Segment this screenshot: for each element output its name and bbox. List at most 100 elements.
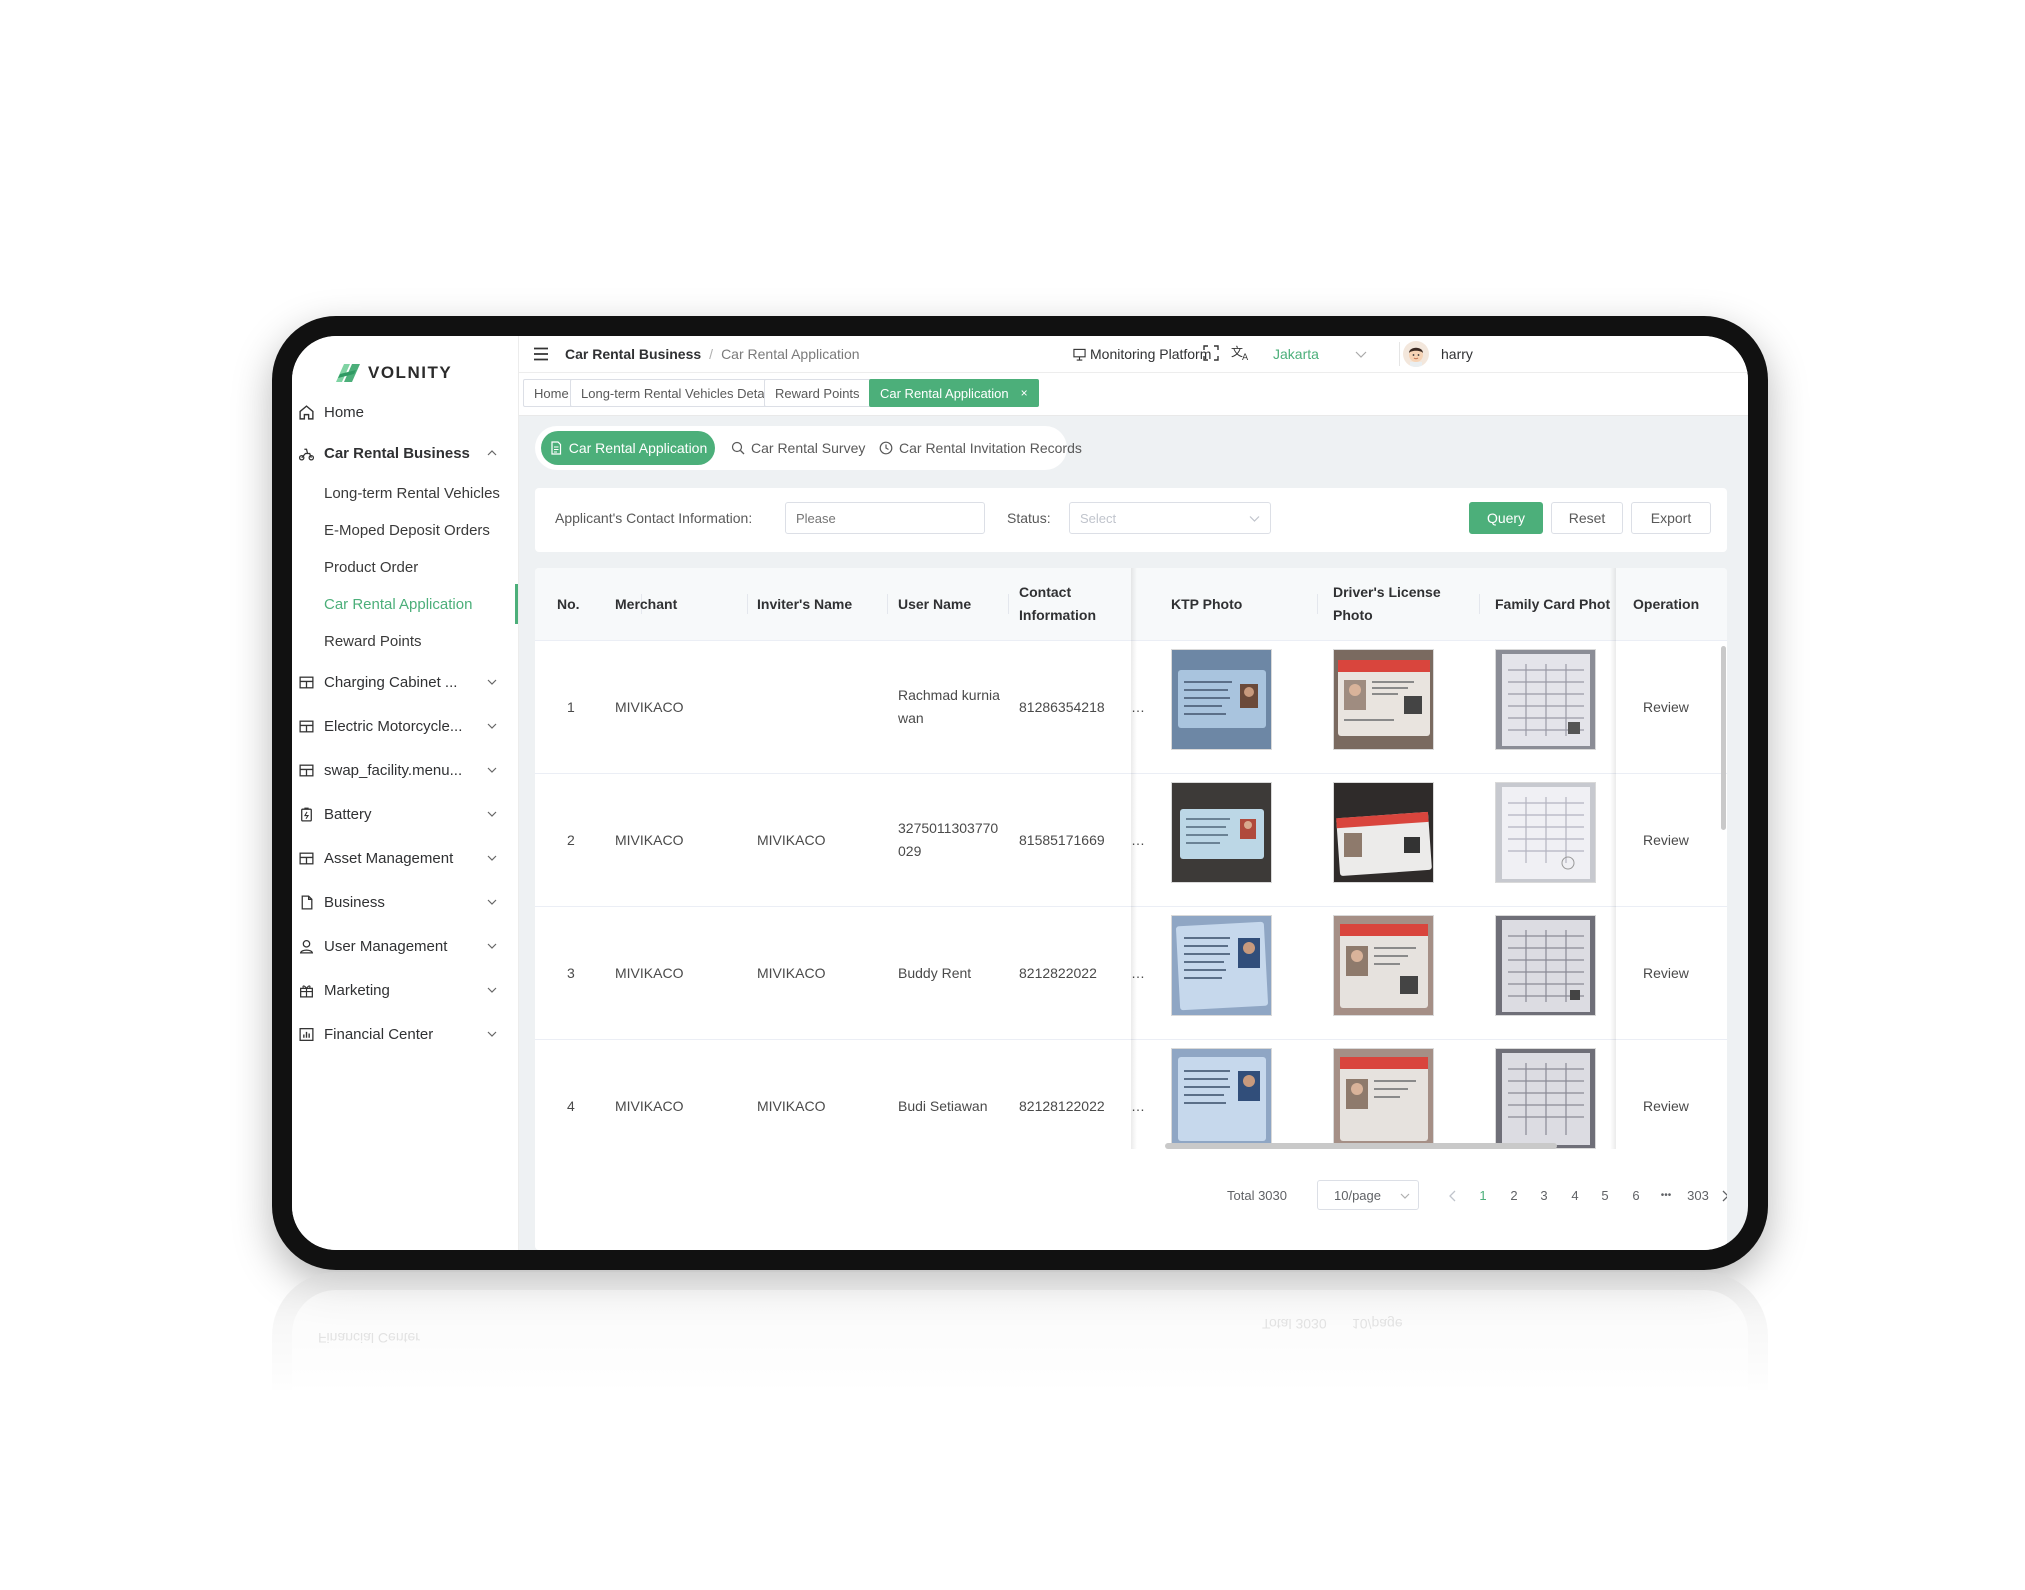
ktp-photo[interactable] bbox=[1171, 782, 1272, 883]
license-card-image bbox=[1334, 783, 1433, 882]
chevron-right-icon[interactable] bbox=[1720, 1190, 1727, 1202]
sidebar: VOLNITY Home Car Rental Business Long-te… bbox=[292, 336, 519, 1250]
cell-merchant: MIVIKACO bbox=[615, 831, 684, 848]
city-selector[interactable]: Jakarta bbox=[1273, 346, 1319, 362]
chevron-down-icon[interactable] bbox=[1355, 349, 1367, 359]
fixed-column-shadow bbox=[1610, 568, 1616, 1149]
sidebar-item-label: swap_facility.menu... bbox=[324, 761, 463, 779]
chevron-left-icon[interactable] bbox=[1448, 1190, 1458, 1202]
ktp-card-image bbox=[1172, 650, 1271, 749]
grid-table-icon bbox=[299, 764, 314, 776]
tab-car-rental-survey[interactable]: Car Rental Survey bbox=[731, 431, 865, 465]
review-button[interactable]: Review bbox=[1643, 907, 1689, 1039]
ktp-photo[interactable] bbox=[1171, 1048, 1272, 1149]
page-number[interactable]: 3 bbox=[1534, 1188, 1554, 1203]
page-number[interactable]: 6 bbox=[1626, 1188, 1646, 1203]
sidebar-item-label: Marketing bbox=[324, 981, 390, 999]
page-number[interactable]: 5 bbox=[1595, 1188, 1615, 1203]
ktp-photo[interactable] bbox=[1171, 649, 1272, 750]
breadcrumb: Car Rental Business / Car Rental Applicati… bbox=[565, 346, 860, 362]
tab-car-rental-invitation-records[interactable]: Car Rental Invitation Records bbox=[879, 431, 1082, 465]
column-divider bbox=[1317, 594, 1318, 614]
page-number[interactable]: 2 bbox=[1504, 1188, 1524, 1203]
vertical-scrollbar[interactable] bbox=[1721, 646, 1726, 830]
page-number[interactable]: 4 bbox=[1565, 1188, 1585, 1203]
chevron-down-icon bbox=[487, 1031, 497, 1037]
family-card-photo[interactable] bbox=[1495, 649, 1596, 750]
sidebar-item-car-rental-business[interactable]: Car Rental Business bbox=[292, 433, 518, 473]
review-button[interactable]: Review bbox=[1643, 774, 1689, 906]
query-button[interactable]: Query bbox=[1469, 502, 1543, 534]
clock-icon bbox=[879, 441, 893, 455]
sidebar-item-label: Charging Cabinet ... bbox=[324, 673, 458, 691]
review-button[interactable]: Review bbox=[1643, 1040, 1689, 1149]
tag-label: Home bbox=[534, 385, 569, 401]
drivers-license-photo[interactable] bbox=[1333, 649, 1434, 750]
status-select[interactable]: Select bbox=[1069, 502, 1271, 534]
family-card-photo[interactable] bbox=[1495, 782, 1596, 883]
monitoring-platform-link[interactable]: Monitoring Platform bbox=[1073, 346, 1211, 362]
chevron-down-icon bbox=[1249, 516, 1260, 522]
column-header-ktp-photo: KTP Photo bbox=[1171, 595, 1243, 612]
battery-icon bbox=[301, 807, 312, 822]
avatar[interactable] bbox=[1403, 341, 1429, 367]
cell-inviter: MIVIKACO bbox=[757, 831, 826, 848]
drivers-license-photo[interactable] bbox=[1333, 915, 1434, 1016]
chevron-down-icon bbox=[487, 723, 497, 729]
sidebar-item-long-term-rental-vehicles[interactable]: Long-term Rental Vehicles bbox=[292, 473, 518, 513]
page-size-select[interactable]: 10/page bbox=[1317, 1180, 1419, 1210]
sidebar-item-asset-management[interactable]: Asset Management bbox=[292, 838, 518, 878]
cell-no: 2 bbox=[567, 831, 575, 848]
sidebar-item-label: User Management bbox=[324, 937, 448, 955]
export-button[interactable]: Export bbox=[1631, 502, 1711, 534]
contact-info-input[interactable] bbox=[785, 502, 985, 534]
close-icon[interactable]: × bbox=[1021, 386, 1028, 400]
grid-table-icon bbox=[299, 720, 314, 732]
review-button[interactable]: Review bbox=[1643, 641, 1689, 773]
ktp-photo[interactable] bbox=[1171, 915, 1272, 1016]
reset-button[interactable]: Reset bbox=[1551, 502, 1623, 534]
username[interactable]: harry bbox=[1441, 346, 1473, 362]
column-divider bbox=[887, 594, 888, 614]
hamburger-menu-icon[interactable] bbox=[533, 347, 549, 361]
page-number[interactable]: 303 bbox=[1685, 1188, 1711, 1203]
filter-bar: Applicant's Contact Information: Status:… bbox=[535, 488, 1727, 552]
tab-car-rental-application[interactable]: Car Rental Application bbox=[541, 431, 715, 465]
sidebar-item-product-order[interactable]: Product Order bbox=[292, 547, 518, 587]
sidebar-item-reward-points[interactable]: Reward Points bbox=[292, 621, 518, 661]
sidebar-item-e-moped-deposit-orders[interactable]: E-Moped Deposit Orders bbox=[292, 510, 518, 550]
monitoring-platform-label: Monitoring Platform bbox=[1090, 346, 1212, 362]
sidebar-item-financial-center[interactable]: Financial Center bbox=[292, 1014, 518, 1054]
breadcrumb-item[interactable]: Car Rental Business bbox=[565, 346, 701, 362]
sidebar-item-swap-facility[interactable]: swap_facility.menu... bbox=[292, 750, 518, 790]
sidebar-item-user-management[interactable]: User Management bbox=[292, 926, 518, 966]
scooter-icon bbox=[298, 448, 315, 461]
drivers-license-photo[interactable] bbox=[1333, 1048, 1434, 1149]
svg-text:A: A bbox=[1242, 353, 1249, 362]
horizontal-scrollbar[interactable] bbox=[1165, 1143, 1557, 1149]
family-card-photo[interactable] bbox=[1495, 915, 1596, 1016]
header-divider bbox=[1399, 342, 1400, 366]
drivers-license-photo[interactable] bbox=[1333, 782, 1434, 883]
sidebar-item-marketing[interactable]: Marketing bbox=[292, 970, 518, 1010]
sidebar-item-charging-cabinet[interactable]: Charging Cabinet ... bbox=[292, 662, 518, 702]
chevron-up-icon bbox=[487, 450, 497, 456]
sidebar-item-electric-motorcycle[interactable]: Electric Motorcycle... bbox=[292, 706, 518, 746]
device-reflection: Financial Center Total 3030 10/page bbox=[272, 1272, 1768, 1392]
top-header: Car Rental Business / Car Rental Applicati… bbox=[519, 336, 1748, 373]
fixed-column-shadow bbox=[1131, 568, 1137, 1149]
bar-chart-icon bbox=[299, 1027, 314, 1041]
fullscreen-icon[interactable] bbox=[1203, 345, 1219, 361]
sidebar-item-business[interactable]: Business bbox=[292, 882, 518, 922]
status-select-placeholder: Select bbox=[1080, 510, 1117, 526]
grid-table-icon bbox=[299, 852, 314, 864]
sidebar-item-car-rental-application[interactable]: Car Rental Application bbox=[292, 584, 518, 624]
sidebar-item-home[interactable]: Home bbox=[292, 392, 518, 432]
tag-car-rental-application[interactable]: Car Rental Application × bbox=[869, 379, 1039, 407]
cell-user-name: Rachmad kurniawan bbox=[898, 687, 1000, 726]
family-card-photo[interactable] bbox=[1495, 1048, 1596, 1149]
page-number[interactable]: 1 bbox=[1473, 1188, 1493, 1203]
page-ellipsis[interactable]: ••• bbox=[1656, 1190, 1676, 1201]
sidebar-item-battery[interactable]: Battery bbox=[292, 794, 518, 834]
translate-icon[interactable]: 文A bbox=[1231, 344, 1251, 362]
